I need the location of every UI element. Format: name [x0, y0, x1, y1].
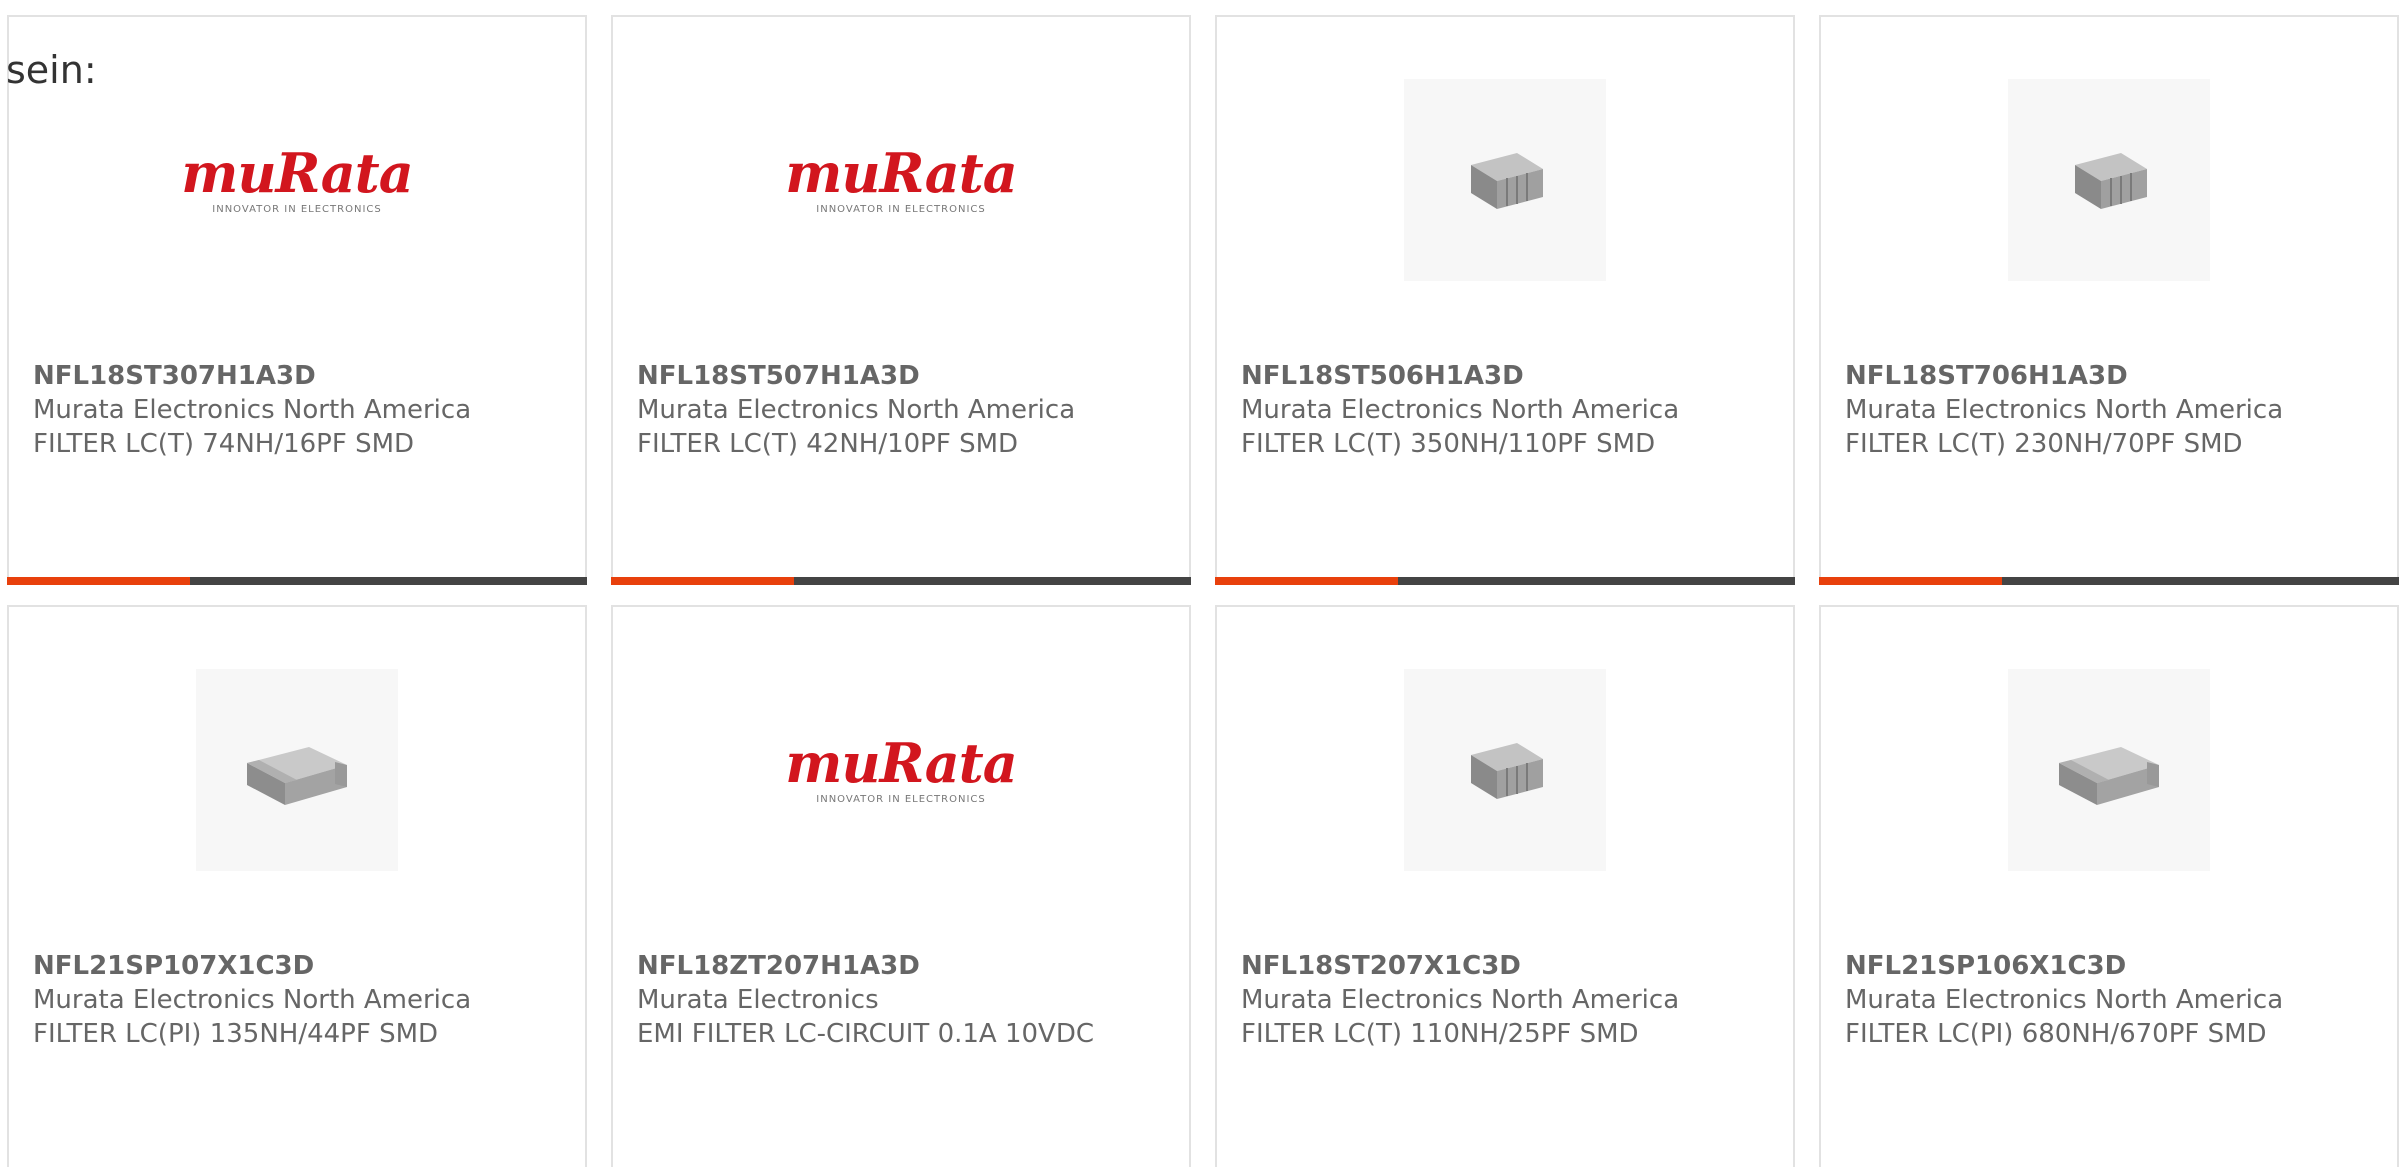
product-image[interactable]: muRata INNOVATOR IN ELECTRONICS — [181, 79, 413, 281]
product-info: NFL18ST307H1A3D Murata Electronics North… — [33, 359, 561, 461]
product-info: NFL18ZT207H1A3D Murata Electronics EMI F… — [637, 949, 1165, 1051]
murata-logo: muRata INNOVATOR IN ELECTRONICS — [785, 730, 1017, 805]
product-description: FILTER LC(T) 350NH/110PF SMD — [1241, 429, 1656, 459]
product-info: NFL18ST207X1C3D Murata Electronics North… — [1241, 949, 1769, 1051]
part-number[interactable]: NFL18ST207X1C3D — [1241, 949, 1769, 983]
smd-chip-icon — [2059, 747, 2159, 805]
product-image[interactable] — [1404, 669, 1606, 871]
product-description: EMI FILTER LC-CIRCUIT 0.1A 10VDC — [637, 1019, 1095, 1049]
product-card[interactable]: muRata INNOVATOR IN ELECTRONICS NFL18ST30… — [7, 15, 587, 585]
smd-chip-icon — [1471, 153, 1543, 209]
product-card[interactable]: muRata INNOVATOR IN ELECTRONICS NFL18ST50… — [611, 15, 1191, 585]
manufacturer-name: Murata Electronics North America — [1845, 395, 2284, 425]
logo-tagline: INNOVATOR IN ELECTRONICS — [816, 793, 986, 805]
manufacturer-name: Murata Electronics North America — [1845, 985, 2284, 1015]
part-number[interactable]: NFL21SP106X1C3D — [1845, 949, 2373, 983]
murata-logo: muRata INNOVATOR IN ELECTRONICS — [181, 140, 413, 215]
manufacturer-name: Murata Electronics — [637, 985, 879, 1015]
manufacturer-name: Murata Electronics North America — [1241, 985, 1680, 1015]
smd-chip-icon — [247, 747, 347, 805]
product-grid: muRata INNOVATOR IN ELECTRONICS NFL18ST30… — [7, 15, 2399, 1167]
product-info: NFL21SP106X1C3D Murata Electronics North… — [1845, 949, 2373, 1051]
part-number[interactable]: NFL18ST507H1A3D — [637, 359, 1165, 393]
manufacturer-name: Murata Electronics North America — [1241, 395, 1680, 425]
part-number[interactable]: NFL18ST307H1A3D — [33, 359, 561, 393]
card-accent-segment — [1215, 577, 1398, 585]
card-accent-bar — [7, 577, 587, 585]
logo-tagline: INNOVATOR IN ELECTRONICS — [816, 203, 986, 215]
product-description: FILTER LC(T) 110NH/25PF SMD — [1241, 1019, 1639, 1049]
part-number[interactable]: NFL18ST506H1A3D — [1241, 359, 1769, 393]
logo-tagline: INNOVATOR IN ELECTRONICS — [212, 203, 382, 215]
logo-wordmark: muRata — [181, 140, 413, 205]
product-info: NFL18ST507H1A3D Murata Electronics North… — [637, 359, 1165, 461]
murata-logo: muRata INNOVATOR IN ELECTRONICS — [785, 140, 1017, 215]
card-accent-segment — [611, 577, 794, 585]
smd-chip-icon — [2075, 153, 2147, 209]
product-image[interactable]: muRata INNOVATOR IN ELECTRONICS — [785, 79, 1017, 281]
product-image[interactable]: muRata INNOVATOR IN ELECTRONICS — [785, 669, 1017, 871]
product-info: NFL21SP107X1C3D Murata Electronics North… — [33, 949, 561, 1051]
intro-text: sein: — [6, 48, 97, 92]
product-card[interactable]: NFL21SP106X1C3D Murata Electronics North… — [1819, 605, 2399, 1167]
product-image[interactable] — [2008, 669, 2210, 871]
logo-wordmark: muRata — [785, 140, 1017, 205]
card-accent-segment — [7, 577, 190, 585]
product-description: FILTER LC(PI) 135NH/44PF SMD — [33, 1019, 439, 1049]
manufacturer-name: Murata Electronics North America — [637, 395, 1076, 425]
logo-wordmark: muRata — [785, 730, 1017, 795]
product-description: FILTER LC(T) 74NH/16PF SMD — [33, 429, 415, 459]
manufacturer-name: Murata Electronics North America — [33, 985, 472, 1015]
product-listing-page: sein: muRata INNOVATOR IN ELECTRONICS NFL… — [0, 0, 2400, 1167]
product-card[interactable]: NFL21SP107X1C3D Murata Electronics North… — [7, 605, 587, 1167]
product-description: FILTER LC(PI) 680NH/670PF SMD — [1845, 1019, 2267, 1049]
product-info: NFL18ST506H1A3D Murata Electronics North… — [1241, 359, 1769, 461]
product-image[interactable] — [196, 669, 398, 871]
product-card[interactable]: NFL18ST506H1A3D Murata Electronics North… — [1215, 15, 1795, 585]
smd-chip-icon — [1471, 743, 1543, 799]
product-card[interactable]: NFL18ST207X1C3D Murata Electronics North… — [1215, 605, 1795, 1167]
part-number[interactable]: NFL21SP107X1C3D — [33, 949, 561, 983]
product-info: NFL18ST706H1A3D Murata Electronics North… — [1845, 359, 2373, 461]
product-image[interactable] — [2008, 79, 2210, 281]
product-image[interactable] — [1404, 79, 1606, 281]
product-card[interactable]: NFL18ST706H1A3D Murata Electronics North… — [1819, 15, 2399, 585]
product-card[interactable]: muRata INNOVATOR IN ELECTRONICS NFL18ZT20… — [611, 605, 1191, 1167]
product-description: FILTER LC(T) 230NH/70PF SMD — [1845, 429, 2243, 459]
part-number[interactable]: NFL18ST706H1A3D — [1845, 359, 2373, 393]
product-description: FILTER LC(T) 42NH/10PF SMD — [637, 429, 1019, 459]
manufacturer-name: Murata Electronics North America — [33, 395, 472, 425]
card-accent-segment — [1819, 577, 2002, 585]
part-number[interactable]: NFL18ZT207H1A3D — [637, 949, 1165, 983]
card-accent-bar — [1215, 577, 1795, 585]
card-accent-bar — [611, 577, 1191, 585]
card-accent-bar — [1819, 577, 2399, 585]
